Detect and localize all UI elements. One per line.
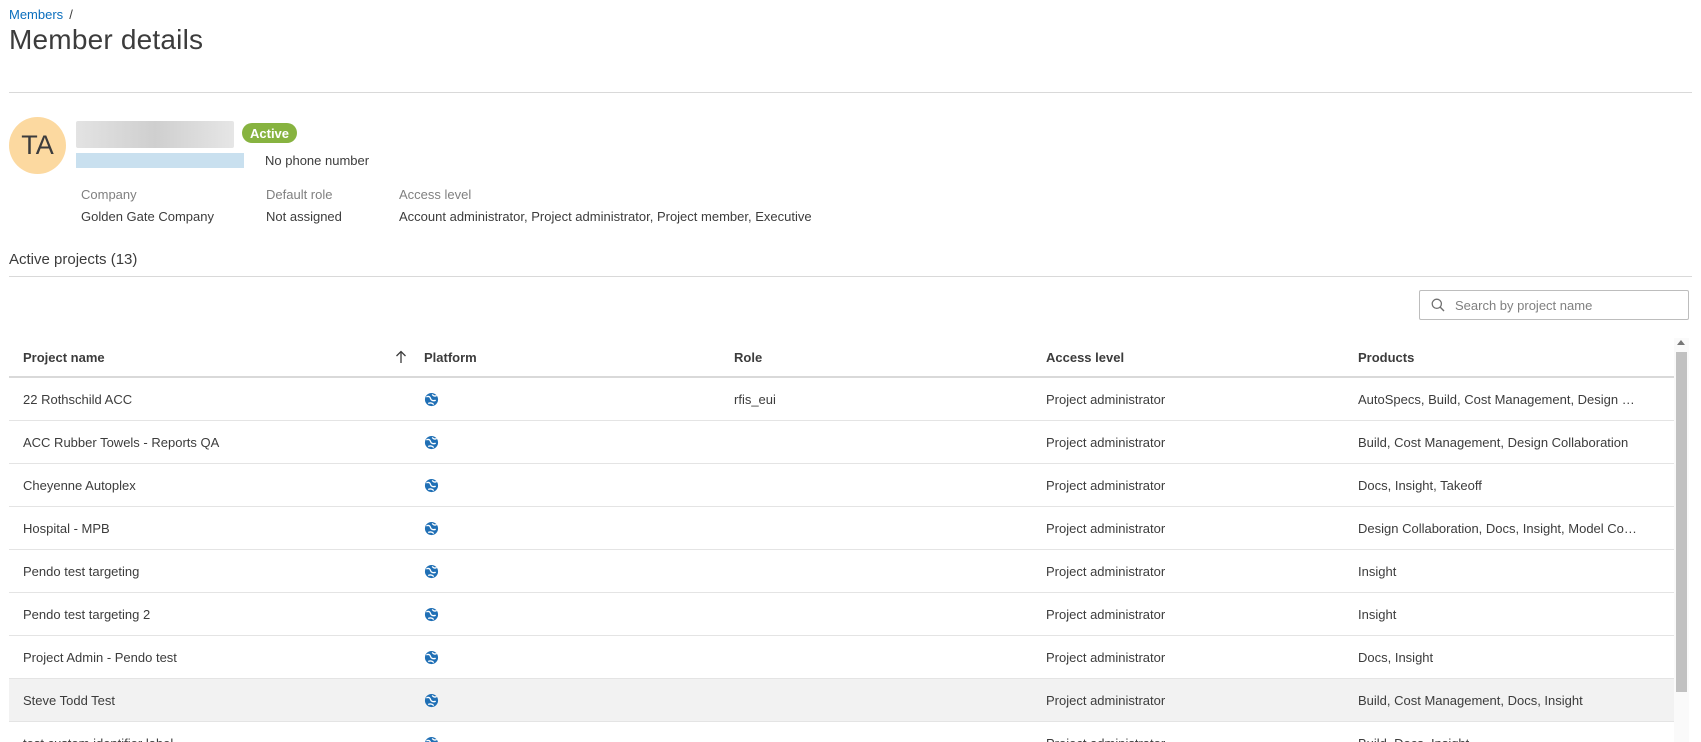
cell-access-level: Project administrator [1046,391,1166,407]
table-row[interactable]: Pendo test targeting Project administrat… [9,550,1674,593]
header-divider [9,92,1692,93]
status-badge: Active [242,123,298,143]
cell-project-name: ACC Rubber Towels - Reports QA [23,434,220,450]
cell-access-level: Project administrator [1046,477,1166,493]
company-value: Golden Gate Company [81,209,214,224]
breadcrumb: Members / [9,7,73,22]
table-row[interactable]: test custom identifier label Project adm… [9,722,1674,742]
access-level-label: Access level [399,187,472,202]
breadcrumb-separator: / [69,7,73,22]
section-divider [9,276,1692,277]
cell-access-level: Project administrator [1046,520,1166,536]
cell-access-level: Project administrator [1046,736,1358,742]
cell-products: AutoSpecs, Build, Cost Management, Desig… [1358,391,1640,407]
cell-platform [422,693,734,708]
cell-products: Design Collaboration, Docs, Insight, Mod… [1358,520,1640,536]
cell-access-level: Project administrator [1046,649,1166,665]
cell-platform [422,435,734,450]
table-row[interactable]: Project Admin - Pendo test Project admin… [9,636,1674,679]
avatar: TA [9,117,66,174]
project-search[interactable] [1419,290,1689,320]
cell-platform [422,478,734,493]
cell-project-name: Hospital - MPB [23,520,110,536]
globe-icon [425,736,438,742]
cell-access-level: Project administrator [1046,434,1166,450]
cell-products: Build, Cost Management, Docs, Insight [1358,692,1583,708]
table-scrollbar[interactable] [1674,338,1689,742]
member-phone: No phone number [265,153,370,168]
column-header-products[interactable]: Products [1358,350,1640,365]
table-header: Project name Platform Role Access level … [9,338,1674,378]
member-name-redacted [76,121,234,148]
search-input[interactable] [1453,296,1677,314]
cell-products: Insight [1358,606,1397,622]
arrow-up-icon[interactable] [395,350,407,364]
search-icon [1431,298,1445,312]
cell-platform [422,736,734,742]
cell-project-name: Cheyenne Autoplex [23,477,136,493]
cell-access-level: Project administrator [1046,563,1166,579]
column-header-platform[interactable]: Platform [422,350,734,365]
access-level-value: Account administrator, Project administr… [399,209,812,224]
globe-icon [424,435,439,449]
cell-project-name: Project Admin - Pendo test [23,649,177,665]
column-header-label: Project name [23,349,105,365]
table-row[interactable]: Hospital - MPB Project administrator Des… [9,507,1674,550]
table-row[interactable]: Pendo test targeting 2 Project administr… [9,593,1674,636]
globe-icon [424,392,439,406]
company-field: Company Golden Gate Company [81,187,214,224]
cell-project-name: Steve Todd Test [23,692,116,708]
cell-access-level: Project administrator [1046,692,1166,708]
column-header-access-level[interactable]: Access level [1046,350,1358,365]
cell-products: Build, Cost Management, Design Collabora… [1358,434,1629,450]
scrollbar-thumb[interactable] [1676,352,1687,692]
cell-products: Build, Docs, Insight [1358,736,1640,742]
cell-products: Insight [1358,563,1397,579]
table-row[interactable]: Cheyenne Autoplex Project administrator … [9,464,1674,507]
access-level-field: Access level Account administrator, Proj… [399,187,812,224]
cell-platform [422,564,734,579]
default-role-label: Default role [266,187,333,202]
cell-platform [422,607,734,622]
cell-project-name: test custom identifier label [9,736,422,742]
default-role-field: Default role Not assigned [266,187,342,224]
globe-icon [424,478,439,492]
table-row[interactable]: ACC Rubber Towels - Reports QA Project a… [9,421,1674,464]
globe-icon [424,521,439,535]
projects-table: Project name Platform Role Access level … [9,338,1674,742]
page-title: Member details [9,24,204,55]
member-details-page: Members / Member details TA Active No ph… [9,0,1692,742]
table-row[interactable]: 22 Rothschild ACC rfis_eui Project admin… [9,378,1674,421]
active-projects-title: Active projects (13) [9,251,138,268]
company-label: Company [81,187,137,202]
cell-platform [422,521,734,536]
column-header-role[interactable]: Role [734,350,1046,365]
cell-products: Docs, Insight, Takeoff [1358,477,1482,493]
default-role-value: Not assigned [266,209,342,224]
table-row[interactable]: Steve Todd Test Project administrator Bu… [9,679,1674,722]
globe-icon [424,650,439,664]
cell-platform [422,650,734,665]
globe-icon [424,693,439,707]
globe-icon [424,564,439,578]
cell-role: rfis_eui [734,391,776,407]
cell-project-name: 22 Rothschild ACC [23,391,133,407]
breadcrumb-members-link[interactable]: Members [9,7,63,22]
cell-products: Docs, Insight [1358,649,1434,665]
cell-project-name: Pendo test targeting 2 [23,606,151,622]
member-email-redacted [76,153,244,168]
scroll-up-arrow-icon[interactable] [1677,340,1685,345]
table-body: 22 Rothschild ACC rfis_eui Project admin… [9,378,1674,742]
globe-icon [424,607,439,621]
cell-platform [422,392,734,407]
cell-project-name: Pendo test targeting [23,563,140,579]
column-header-project-name[interactable]: Project name [9,350,422,365]
cell-access-level: Project administrator [1046,606,1166,622]
